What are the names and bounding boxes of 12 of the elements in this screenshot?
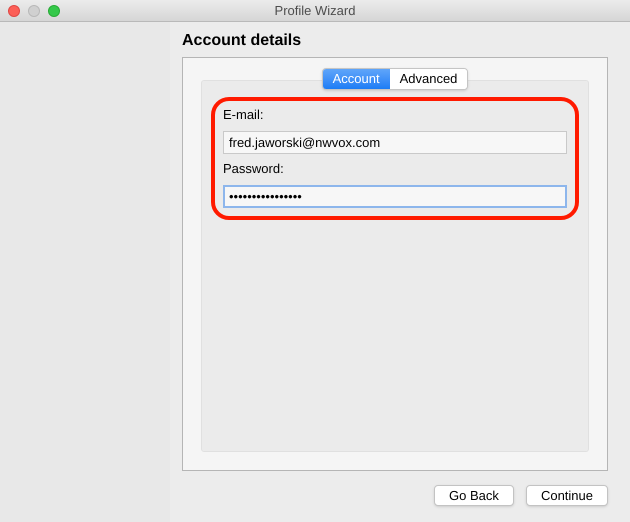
tab[interactable]: Advanced — [390, 69, 468, 89]
page-title: Account details — [182, 31, 302, 51]
close-button[interactable] — [8, 4, 20, 16]
field-label: Password: — [223, 161, 285, 177]
field-label: E-mail: — [223, 107, 264, 123]
minimize-button[interactable] — [28, 4, 40, 16]
window-title: Profile Wizard — [274, 2, 356, 20]
zoom-button[interactable] — [48, 4, 60, 16]
wizard-button[interactable]: Go Back — [434, 485, 514, 506]
wizard-button[interactable]: Continue — [526, 485, 608, 506]
input-field[interactable]: fred.jaworski@nwvox.com — [223, 131, 567, 154]
input-field[interactable]: •••••••••••••••• — [223, 185, 567, 208]
